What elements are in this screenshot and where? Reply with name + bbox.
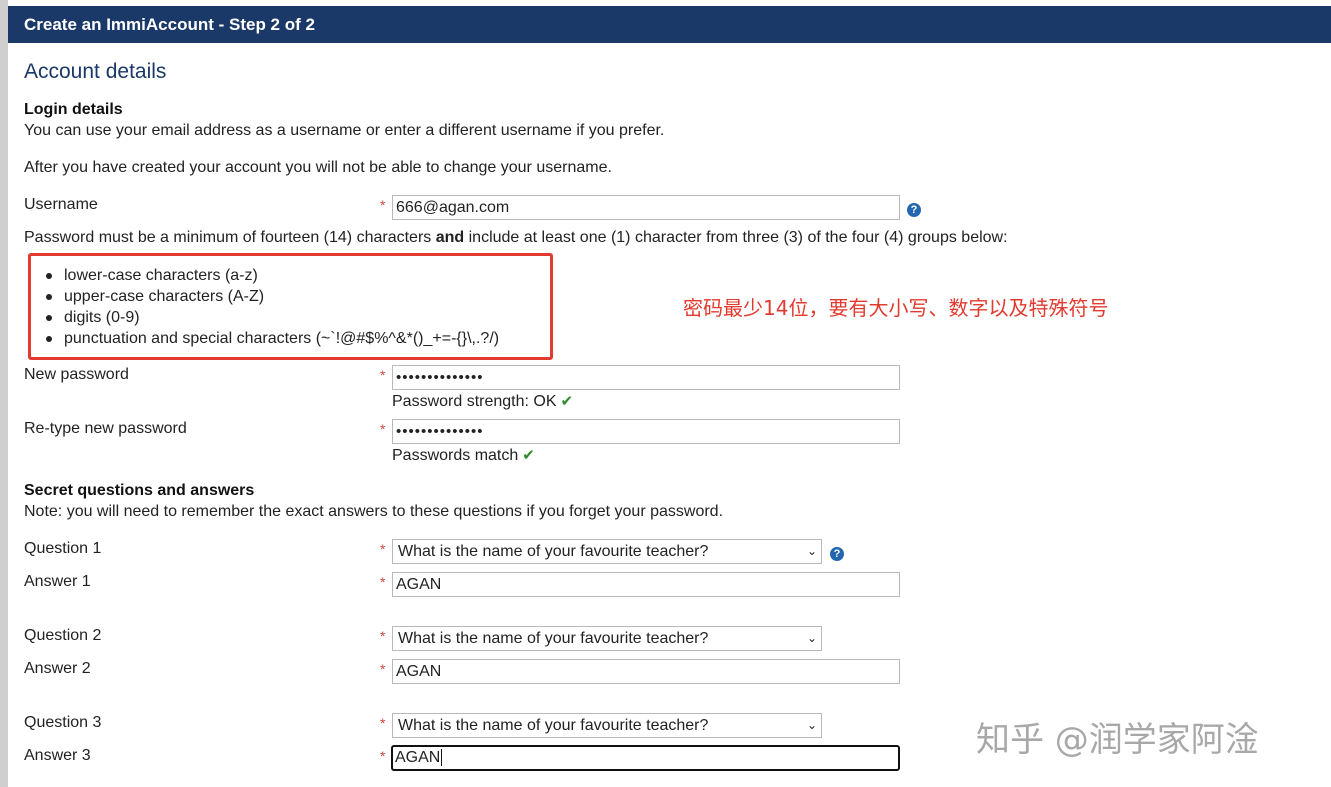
- header-title: Create an ImmiAccount - Step 2 of 2: [24, 15, 315, 34]
- question-3-selected: What is the name of your favourite teach…: [398, 717, 709, 734]
- chevron-down-icon: ⌄: [806, 544, 817, 558]
- check-icon: ✔: [560, 393, 574, 410]
- answer-1-input[interactable]: AGAN: [392, 572, 900, 597]
- answer-3-label: Answer 3: [24, 747, 91, 764]
- password-strength-text: Password strength: OK: [392, 393, 557, 410]
- list-item: digits (0-9): [46, 307, 499, 328]
- question-3-select[interactable]: What is the name of your favourite teach…: [392, 713, 822, 738]
- new-password-input[interactable]: ••••••••••••••: [392, 365, 900, 390]
- page-header: Create an ImmiAccount - Step 2 of 2: [8, 6, 1331, 43]
- password-strength: Password strength: OK ✔: [392, 392, 573, 411]
- required-marker: *: [380, 541, 386, 557]
- retype-password-label: Re-type new password: [24, 420, 187, 437]
- answer-3-input[interactable]: AGAN: [391, 745, 900, 771]
- answer-2-input[interactable]: AGAN: [392, 659, 900, 684]
- required-marker: *: [380, 628, 386, 644]
- question-2-selected: What is the name of your favourite teach…: [398, 630, 709, 647]
- password-rule-prefix: Password must be a minimum of fourteen (…: [24, 229, 436, 246]
- required-marker: *: [380, 715, 386, 731]
- list-item: lower-case characters (a-z): [46, 265, 499, 286]
- help-icon[interactable]: ?: [830, 547, 844, 561]
- chevron-down-icon: ⌄: [806, 718, 817, 732]
- password-rule-text: Password must be a minimum of fourteen (…: [24, 229, 1008, 247]
- new-password-label: New password: [24, 366, 129, 383]
- secret-questions-note: Note: you will need to remember the exac…: [24, 503, 724, 520]
- left-rail: [0, 0, 8, 787]
- question-1-select[interactable]: What is the name of your favourite teach…: [392, 539, 822, 564]
- chevron-down-icon: ⌄: [806, 631, 817, 645]
- question-1-label: Question 1: [24, 540, 102, 557]
- question-2-select[interactable]: What is the name of your favourite teach…: [392, 626, 822, 651]
- answer-1-label: Answer 1: [24, 573, 91, 590]
- login-intro-text: You can use your email address as a user…: [24, 122, 665, 139]
- login-details-heading: Login details: [24, 101, 123, 118]
- password-match-text: Passwords match: [392, 447, 519, 464]
- annotation-text: 密码最少14位，要有大小写、数字以及特殊符号: [683, 296, 1109, 320]
- check-icon: ✔: [522, 447, 535, 464]
- answer-2-label: Answer 2: [24, 660, 91, 677]
- list-item: upper-case characters (A-Z): [46, 286, 499, 307]
- username-note-text: After you have created your account you …: [24, 159, 612, 176]
- password-groups-list: lower-case characters (a-z) upper-case c…: [46, 265, 499, 349]
- required-marker: *: [380, 748, 386, 764]
- required-marker: *: [380, 574, 386, 590]
- question-1-selected: What is the name of your favourite teach…: [398, 543, 709, 560]
- password-rule-suffix: include at least one (1) character from …: [464, 229, 1008, 246]
- section-title: Account details: [24, 60, 167, 83]
- required-marker: *: [380, 421, 386, 437]
- username-label: Username: [24, 196, 98, 213]
- password-rule-bold: and: [435, 229, 465, 246]
- text-caret: [441, 749, 443, 767]
- password-match: Passwords match ✔: [392, 446, 535, 465]
- list-item: punctuation and special characters (~`!@…: [46, 328, 499, 349]
- question-3-label: Question 3: [24, 714, 102, 731]
- required-marker: *: [380, 367, 386, 383]
- watermark: 知乎 @润学家阿淦: [976, 720, 1259, 760]
- question-2-label: Question 2: [24, 627, 102, 644]
- answer-3-value: AGAN: [395, 749, 441, 766]
- secret-questions-heading: Secret questions and answers: [24, 482, 255, 499]
- username-input[interactable]: 666@agan.com: [392, 195, 900, 220]
- retype-password-input[interactable]: ••••••••••••••: [392, 419, 900, 444]
- required-marker: *: [380, 197, 386, 213]
- help-icon[interactable]: ?: [907, 203, 921, 217]
- required-marker: *: [380, 661, 386, 677]
